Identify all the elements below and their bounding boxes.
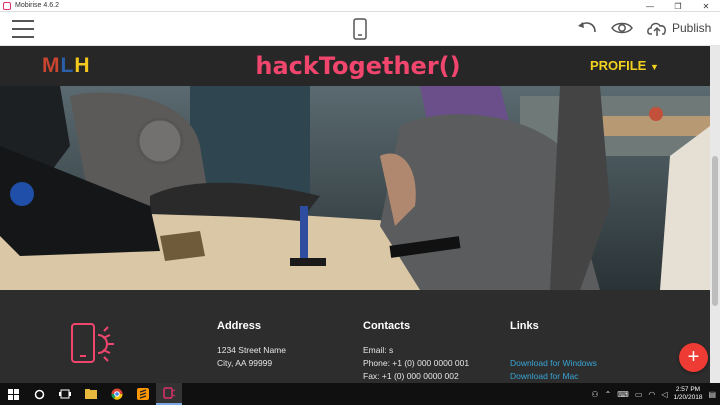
clock-date: 1/20/2018: [673, 394, 703, 401]
undo-icon[interactable]: [576, 20, 598, 36]
maximize-button[interactable]: ❐: [664, 0, 692, 12]
hackathon-people-image: [0, 86, 710, 290]
chrome-icon[interactable]: [104, 383, 130, 405]
contacts-heading: Contacts: [363, 320, 411, 332]
clock-time: 2:57 PM: [675, 386, 701, 393]
address-heading: Address: [217, 320, 262, 332]
cortana-icon[interactable]: [26, 383, 52, 405]
cloud-upload-icon: [647, 22, 666, 36]
tray-chevron-icon[interactable]: ⌃: [605, 390, 612, 399]
vertical-scrollbar[interactable]: [710, 46, 720, 383]
notifications-icon[interactable]: ▤: [708, 390, 716, 399]
sublime-text-icon[interactable]: [130, 383, 156, 405]
file-explorer-icon[interactable]: [78, 383, 104, 405]
preview-eye-icon[interactable]: [611, 21, 633, 35]
publish-label: Publish: [672, 21, 712, 35]
mlh-logo[interactable]: M L H: [42, 54, 91, 78]
system-tray: ⚇ ⌃ ⌨ ▭ ◠ ◁ 2:57 PM 1/20/2018 ▤: [591, 383, 720, 405]
add-block-button[interactable]: +: [679, 343, 708, 372]
menu-icon[interactable]: [12, 20, 34, 38]
mobile-preview-icon[interactable]: [353, 18, 367, 40]
volume-icon[interactable]: ◁: [661, 390, 667, 399]
windows-taskbar: ⚇ ⌃ ⌨ ▭ ◠ ◁ 2:57 PM 1/20/2018 ▤: [0, 383, 720, 405]
taskbar-clock[interactable]: 2:57 PM 1/20/2018: [674, 386, 703, 402]
download-windows-link[interactable]: Download for Windows: [510, 357, 597, 370]
logo-letter-h: H: [74, 54, 91, 77]
profile-dropdown[interactable]: PROFILE ▼: [590, 58, 659, 73]
wifi-icon[interactable]: ◠: [648, 390, 655, 399]
keyboard-icon[interactable]: ⌨: [617, 390, 629, 399]
site-preview: M L H hackTogether() PROFILE ▼ Address 1…: [0, 46, 710, 383]
links-heading: Links: [510, 320, 539, 332]
mobirise-taskbar-icon[interactable]: [156, 383, 182, 405]
mobirise-app-icon: [3, 1, 11, 10]
address-column: Address 1234 Street Name City, AA 99999: [217, 320, 286, 370]
window-controls: — ❐ ✕: [636, 0, 720, 12]
logo-letter-m: M: [42, 54, 61, 77]
windows-start-icon[interactable]: [0, 383, 26, 405]
title-bar: Mobirise 4.6.2 — ❐ ✕: [0, 0, 720, 12]
people-icon[interactable]: ⚇: [591, 390, 598, 399]
logo-letter-l: L: [60, 54, 75, 77]
contact-phone: Phone: +1 (0) 000 0000 001: [363, 358, 470, 368]
brand-title[interactable]: hackTogether(): [200, 52, 516, 80]
address-line-1: 1234 Street Name: [217, 345, 286, 355]
profile-label: PROFILE: [590, 58, 647, 73]
phone-light-icon: [71, 323, 114, 363]
contacts-column: Contacts Email: s Phone: +1 (0) 000 0000…: [363, 320, 469, 383]
site-navbar: M L H hackTogether() PROFILE ▼: [0, 46, 710, 86]
editor-toolbar: Publish: [0, 12, 720, 46]
scrollbar-thumb[interactable]: [712, 156, 718, 306]
close-button[interactable]: ✕: [692, 0, 720, 12]
caret-down-icon: ▼: [649, 62, 659, 72]
contact-fax: Fax: +1 (0) 000 0000 002: [363, 371, 459, 381]
download-mac-link[interactable]: Download for Mac: [510, 370, 597, 383]
battery-icon[interactable]: ▭: [635, 390, 643, 399]
links-column: Links Download for Windows Download for …: [510, 320, 597, 383]
address-line-2: City, AA 99999: [217, 358, 273, 368]
window-title: Mobirise 4.6.2: [15, 2, 59, 9]
publish-button[interactable]: Publish: [646, 19, 711, 37]
hero-photo: [0, 86, 710, 290]
task-view-icon[interactable]: [52, 383, 78, 405]
contact-email: Email: s: [363, 345, 394, 355]
app-window: Mobirise 4.6.2 — ❐ ✕ Publish M L H hackT…: [0, 0, 720, 405]
site-footer: Address 1234 Street Name City, AA 99999 …: [0, 290, 710, 383]
minimize-button[interactable]: —: [636, 0, 664, 12]
